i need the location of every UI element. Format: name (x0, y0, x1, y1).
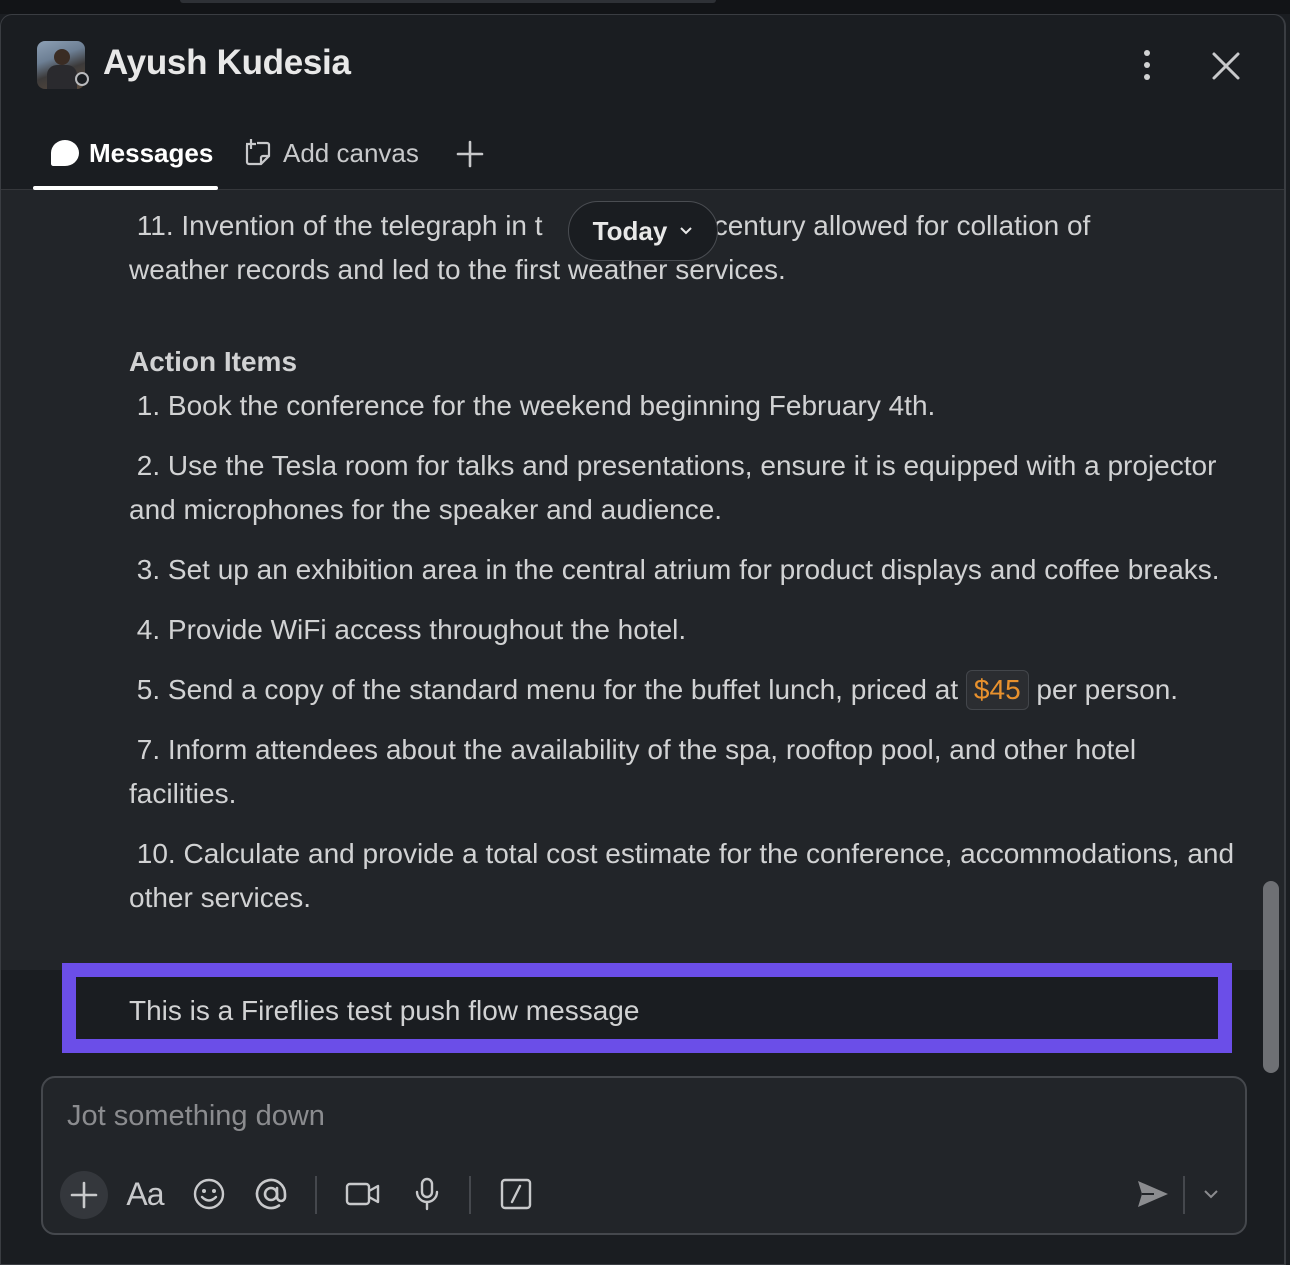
window-top-strip (0, 0, 1290, 14)
slash-command-icon (500, 1178, 532, 1210)
chevron-down-icon (1204, 1190, 1218, 1199)
list-item: 10. Calculate and provide a total cost e… (129, 838, 1235, 913)
tab-messages[interactable]: Messages (51, 135, 213, 171)
toolbar-divider (315, 1176, 317, 1214)
add-tab-icon[interactable] (455, 139, 485, 169)
list-item: 7. Inform attendees about the availabili… (129, 734, 1137, 809)
date-divider-label: Today (592, 215, 668, 246)
list-item: 1. Book the conference for the weekend b… (136, 390, 936, 421)
tab-messages-label: Messages (89, 137, 214, 168)
list-item: 3. Set up an exhibition area in the cent… (136, 554, 1220, 585)
plus-icon (70, 1181, 98, 1209)
push-message-text: This is a Fireflies test push flow messa… (129, 995, 640, 1026)
message-list[interactable]: 11. Invention of the telegraph in t th ce… (1, 190, 1284, 970)
close-icon[interactable] (1209, 49, 1243, 83)
action-items-heading: Action Items (129, 346, 298, 377)
message-bubble-icon (51, 140, 79, 166)
audio-clip-button[interactable] (405, 1172, 449, 1216)
panel-header: Ayush Kudesia (1, 15, 1284, 115)
more-options-icon[interactable] (1131, 45, 1163, 85)
format-button[interactable]: Aa (123, 1172, 167, 1216)
video-clip-button[interactable] (341, 1172, 385, 1216)
tab-bar: Messages Add canvas (1, 115, 1284, 190)
tab-add-canvas[interactable]: Add canvas (243, 135, 419, 171)
emoji-icon (193, 1178, 225, 1210)
mention-button[interactable] (249, 1172, 293, 1216)
price-code: $45 (965, 670, 1029, 710)
message-body: 11. Invention of the telegraph in t th ce… (129, 204, 1249, 920)
at-mention-icon (255, 1178, 287, 1210)
window-scroll-indicator (180, 0, 716, 3)
contact-name[interactable]: Ayush Kudesia (103, 43, 351, 83)
canvas-add-icon (245, 139, 271, 166)
composer-input[interactable]: Jot something down (67, 1100, 325, 1133)
format-text-icon: Aa (126, 1175, 164, 1212)
presence-status-icon (75, 72, 89, 86)
list-item: 5. Send a copy of the standard menu for … (129, 668, 1249, 712)
emoji-button[interactable] (187, 1172, 231, 1216)
send-button[interactable] (1131, 1172, 1175, 1216)
video-camera-icon (345, 1182, 380, 1206)
message-composer[interactable]: Jot something down Aa (41, 1076, 1247, 1235)
shortcuts-button[interactable] (494, 1172, 538, 1216)
scrollbar-thumb[interactable] (1263, 881, 1279, 1073)
toolbar-divider (1183, 1176, 1185, 1214)
chevron-down-icon (680, 227, 693, 235)
send-options-button[interactable] (1189, 1172, 1233, 1216)
list-item: 2. Use the Tesla room for talks and pres… (129, 450, 1217, 525)
dm-panel: Ayush Kudesia Messages Add canvas 11. In… (0, 14, 1286, 1265)
send-icon (1138, 1181, 1168, 1207)
attach-button[interactable] (60, 1171, 108, 1219)
highlighted-message[interactable]: This is a Fireflies test push flow messa… (62, 963, 1232, 1053)
list-item: 4. Provide WiFi access throughout the ho… (136, 614, 687, 645)
toolbar-divider (469, 1176, 471, 1214)
microphone-icon (415, 1177, 439, 1211)
tab-canvas-label: Add canvas (283, 137, 419, 168)
date-divider-button[interactable]: Today (568, 201, 718, 261)
